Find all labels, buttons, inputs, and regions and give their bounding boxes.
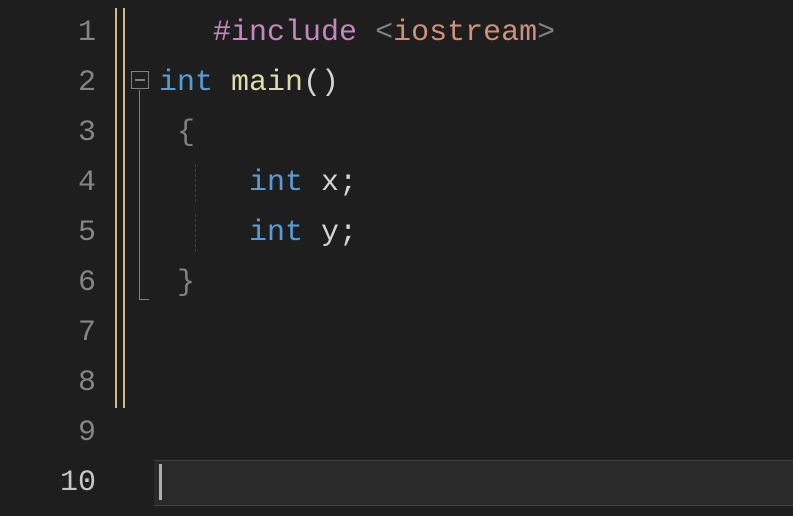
code-token: iostream <box>393 16 537 50</box>
code-line[interactable]: int y; <box>157 208 793 258</box>
code-lines[interactable]: #include <iostream>int main() { int x; i… <box>157 8 793 516</box>
code-line[interactable] <box>157 458 793 508</box>
change-markers <box>115 8 125 408</box>
code-area[interactable]: #include <iostream>int main() { int x; i… <box>115 8 793 516</box>
code-token <box>357 16 375 50</box>
line-number: 9 <box>0 416 110 450</box>
code-line[interactable] <box>157 408 793 458</box>
code-token: int <box>159 66 213 100</box>
code-line[interactable]: #include <iostream> <box>157 8 793 58</box>
current-line-highlight <box>154 460 793 506</box>
code-token: main <box>231 66 303 100</box>
line-number: 1 <box>0 16 110 50</box>
code-token: ; <box>339 216 357 250</box>
line-number: 10 <box>0 466 110 500</box>
line-number: 3 <box>0 116 110 150</box>
code-token: } <box>159 266 195 300</box>
code-token: > <box>537 16 555 50</box>
code-token <box>159 166 249 200</box>
code-editor[interactable]: 12345678910 #include <iostream>int main(… <box>0 0 793 516</box>
indent-guide <box>195 164 196 202</box>
code-token: < <box>375 16 393 50</box>
code-token <box>213 66 231 100</box>
code-line[interactable] <box>157 308 793 358</box>
fold-column <box>125 8 157 516</box>
line-number: 4 <box>0 166 110 200</box>
code-token: int <box>249 216 303 250</box>
code-token: { <box>159 116 195 150</box>
code-token: x <box>321 166 339 200</box>
line-number: 2 <box>0 66 110 100</box>
fold-guide-line <box>139 90 140 300</box>
line-number-gutter: 1 2 3 4 5 6 7 8 9 10 <box>0 8 115 516</box>
code-line[interactable]: { <box>157 108 793 158</box>
code-token: () <box>303 66 339 100</box>
code-token <box>159 216 249 250</box>
code-line[interactable]: } <box>157 258 793 308</box>
text-cursor <box>159 464 162 500</box>
change-indicator-column <box>115 8 125 516</box>
code-line[interactable] <box>157 358 793 408</box>
code-token <box>159 16 213 50</box>
line-number: 6 <box>0 266 110 300</box>
code-token: ; <box>339 166 357 200</box>
line-number: 5 <box>0 216 110 250</box>
line-number: 8 <box>0 366 110 400</box>
indent-guide <box>195 214 196 252</box>
code-token <box>303 216 321 250</box>
line-number: 7 <box>0 316 110 350</box>
code-token <box>303 166 321 200</box>
code-token: y <box>321 216 339 250</box>
fold-collapse-icon[interactable] <box>131 71 149 89</box>
code-token: int <box>249 166 303 200</box>
code-line[interactable]: int main() <box>157 58 793 108</box>
code-token: #include <box>213 16 357 50</box>
code-line[interactable]: int x; <box>157 158 793 208</box>
